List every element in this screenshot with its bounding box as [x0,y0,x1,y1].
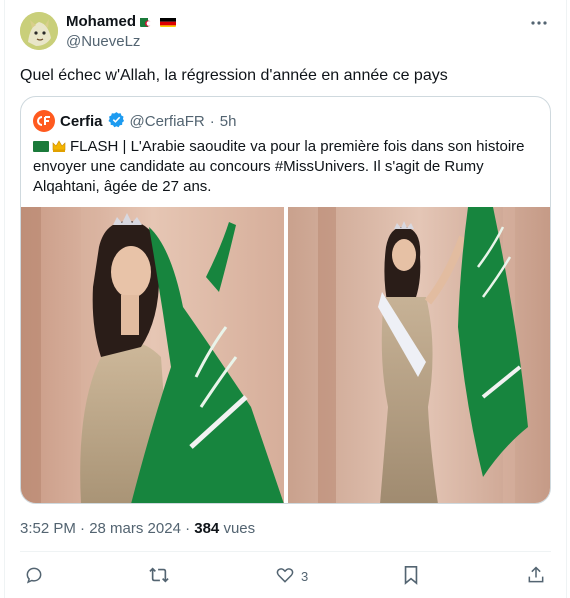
quote-display-name: Cerfia [60,112,103,130]
retweet-button[interactable] [148,562,176,590]
heart-icon [275,565,295,588]
quote-text-block: FLASH | L'Arabie saoudite va pour la pre… [33,137,538,197]
quoted-tweet-card[interactable]: Cerfia @CerfiaFR · 5h FLASH | L'Arabie s… [20,96,551,504]
germany-flag-icon [160,16,177,27]
author-avatar[interactable] [20,12,58,50]
tweet-time[interactable]: 3:52 PM · 28 mars 2024 · [20,520,194,537]
author-handle[interactable]: @NueveLz [66,33,176,50]
quote-separator: · [209,112,215,130]
quote-header: Cerfia @CerfiaFR · 5h [33,109,236,133]
like-button[interactable]: 3 [275,562,308,590]
reply-icon [24,565,44,588]
action-bar: 3 [20,562,551,590]
tweet-text: Quel échec w'Allah, la régression d'anné… [20,67,448,84]
author-block: Mohamed @NueveLz [66,12,177,50]
share-button[interactable] [526,562,546,590]
views-label: vues [219,520,256,537]
divider [20,551,551,552]
author-display-name[interactable]: Mohamed [66,13,136,30]
algeria-flag-icon [140,16,157,27]
quote-handle: @CerfiaFR [129,112,205,130]
bookmark-button[interactable] [402,562,426,590]
tweet-timestamp: 3:52 PM · 28 mars 2024 · 384 vues [20,520,255,537]
quote-photo-seated[interactable] [21,207,284,503]
saudi-flag-emoji-icon [33,141,49,152]
quote-age: 5h [219,112,237,130]
like-count: 3 [301,568,309,584]
retweet-icon [148,565,170,588]
quote-text: FLASH | L'Arabie saoudite va pour la pre… [33,138,525,195]
crown-emoji-icon [52,138,66,152]
share-icon [526,565,546,588]
bookmark-icon [402,565,420,588]
reply-button[interactable] [24,562,50,590]
verified-badge-icon [108,111,125,132]
quote-avatar[interactable] [33,110,55,132]
quote-photo-standing[interactable] [288,207,550,503]
more-options-icon[interactable] [530,14,548,32]
views-count: 384 [194,520,220,537]
